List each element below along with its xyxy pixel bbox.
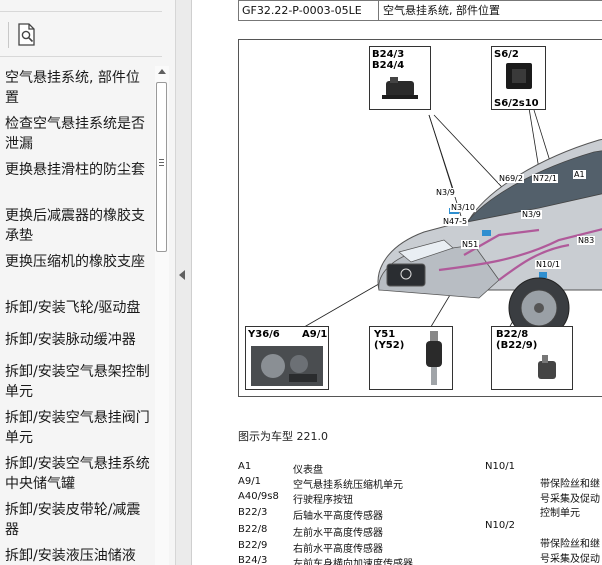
legend-code: B22/9 [238, 540, 268, 551]
pane-splitter[interactable] [176, 0, 192, 565]
legend-code: A9/1 [238, 476, 261, 487]
legend-desc: 控制单元 [540, 508, 580, 519]
toc-item[interactable]: 拆卸/安装皮带轮/减震器 [5, 500, 152, 540]
toc-scrollbar[interactable] [155, 66, 169, 565]
callout-label: A9/1 [302, 329, 328, 340]
callout-label: Y51 [374, 329, 396, 340]
car-label: N51 [461, 240, 480, 249]
callout-y36: Y36/6 A9/1 [245, 326, 329, 390]
scrollbar-thumb[interactable] [156, 82, 167, 252]
car-label: N72/1 [532, 174, 558, 183]
grip-icon [159, 159, 164, 160]
bookmark-search-icon[interactable] [15, 22, 39, 48]
callout-label: B22/8 [496, 329, 529, 340]
car-label: N3/9 [435, 188, 456, 197]
document-view: GF32.22-P-0003-05LE 空气悬挂系统, 部件位置 B24/3 B… [193, 0, 602, 565]
legend-code: N10/1 [485, 461, 515, 472]
sensor-part-image [382, 77, 418, 99]
app-window: 空气悬挂系统, 部件位置 检查空气悬挂系统是否泄漏 更换悬挂滑柱的防尘套 更换后… [0, 0, 602, 565]
legend-desc: 后轴水平高度传感器 [293, 511, 383, 522]
bookmark-toolbar [0, 13, 162, 57]
figure-caption: 图示为车型 221.0 [238, 430, 328, 443]
document-header-table: GF32.22-P-0003-05LE 空气悬挂系统, 部件位置 [238, 0, 602, 21]
callout-label: (B22/9) [496, 340, 538, 351]
bookmark-pane: 空气悬挂系统, 部件位置 检查空气悬挂系统是否泄漏 更换悬挂滑柱的防尘套 更换后… [0, 0, 176, 565]
legend-desc: 左前水平高度传感器 [293, 528, 383, 539]
toc-item[interactable]: 更换后减震器的橡胶支承垫 [5, 206, 152, 246]
legend-code: B22/8 [238, 524, 268, 535]
legend-code: B24/3 [238, 555, 268, 565]
switch-part-image [506, 63, 532, 89]
legend-desc: 行驶程序按钮 [293, 495, 353, 506]
legend-code: A1 [238, 461, 252, 472]
legend-desc: 右前水平高度传感器 [293, 544, 383, 555]
level-sensor-part-image [538, 355, 556, 379]
toc-item[interactable]: 拆卸/安装空气悬架控制单元 [5, 362, 152, 402]
car-label: N3/10 [450, 203, 476, 212]
callout-label: Y36/6 [248, 329, 280, 340]
component-location-figure: B24/3 B24/4 S6/2 S6/2s10 Y36/6 A9/1 Y51 … [238, 39, 602, 397]
toc-item[interactable]: 拆卸/安装液压油储液 [5, 546, 152, 565]
legend-desc: 仪表盘 [293, 465, 323, 476]
compressor-part-image [251, 346, 323, 386]
toolbar-separator [8, 22, 9, 48]
toc-item[interactable]: 拆卸/安装飞轮/驱动盘 [5, 298, 152, 318]
car-label: N83 [577, 236, 596, 245]
toc-item[interactable]: 拆卸/安装空气悬挂系统中央储气罐 [5, 454, 152, 494]
legend-code: A40/9s8 [238, 491, 279, 502]
callout-b24: B24/3 B24/4 [369, 46, 431, 110]
toc-item[interactable]: 更换压缩机的橡胶支座 [5, 252, 152, 272]
callout-label: (Y52) [374, 340, 405, 351]
strut-part-image [426, 331, 442, 385]
toc-item[interactable]: 空气悬挂系统, 部件位置 [5, 68, 152, 108]
legend-desc: 带保险丝和继 [540, 539, 600, 550]
car-label: N69/2 [498, 174, 524, 183]
legend-desc: 号采集及促动 [540, 494, 600, 505]
legend-desc: 带保险丝和继 [540, 479, 600, 490]
legend-desc: 左前车身横向加速度传感器 [293, 559, 413, 565]
legend-desc: 空气悬挂系统压缩机单元 [293, 480, 403, 491]
document-code: GF32.22-P-0003-05LE [239, 1, 379, 20]
callout-label: B24/4 [372, 60, 405, 71]
callout-label: B24/3 [372, 49, 405, 60]
car-label: N47-5 [442, 217, 469, 226]
callout-s6: S6/2 S6/2s10 [491, 46, 546, 110]
document-title: 空气悬挂系统, 部件位置 [383, 4, 500, 17]
toc-item[interactable]: 拆卸/安装脉动缓冲器 [5, 330, 152, 350]
scroll-up-arrow-icon[interactable] [158, 69, 166, 74]
toc-item[interactable]: 拆卸/安装空气悬挂阀门单元 [5, 408, 152, 448]
legend-code: B22/3 [238, 507, 268, 518]
callout-label: S6/2 [494, 49, 519, 60]
car-label: N3/9 [521, 210, 542, 219]
callout-y51: Y51 (Y52) [369, 326, 453, 390]
pane-top-strip [0, 0, 162, 12]
callout-label: S6/2s10 [494, 98, 539, 109]
legend-desc: 号采集及促动 [540, 554, 600, 565]
car-label: N10/1 [535, 260, 561, 269]
collapse-arrow-icon[interactable] [179, 270, 185, 280]
toc-item[interactable]: 更换悬挂滑柱的防尘套 [5, 160, 152, 180]
toc-item[interactable]: 检查空气悬挂系统是否泄漏 [5, 114, 152, 154]
legend-code: N10/2 [485, 520, 515, 531]
car-label: A1 [573, 170, 586, 179]
callout-b22: B22/8 (B22/9) [491, 326, 573, 390]
